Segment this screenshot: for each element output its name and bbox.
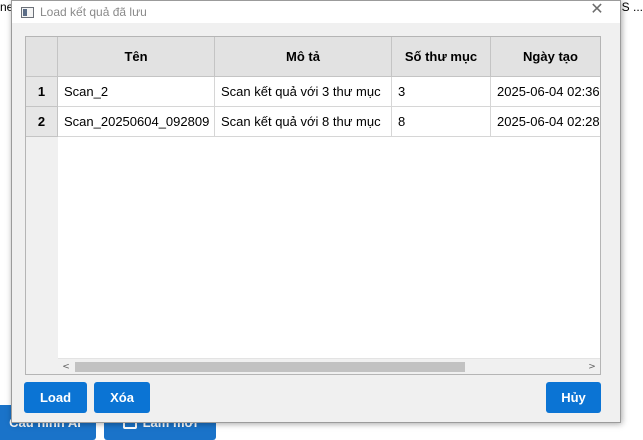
column-header-created-date[interactable]: Ngày tạo [491,37,600,77]
column-header-name[interactable]: Tên [58,37,215,77]
table-cell-description[interactable]: Scan kết quả với 8 thư mục [215,107,392,137]
table-cell-folder-count[interactable]: 3 [392,77,491,107]
dialog-titlebar[interactable]: Load kết quả đã lưu ✕ [12,1,620,23]
table-cell-name[interactable]: Scan_20250604_092809 [58,107,215,137]
delete-button[interactable]: Xóa [94,382,150,413]
table-cell-folder-count[interactable]: 8 [392,107,491,137]
load-results-dialog: Load kết quả đã lưu ✕ Tên Mô tả Số thư m… [11,0,621,423]
horizontal-scrollbar[interactable]: < > [58,358,600,374]
row-header[interactable]: 1 [26,77,58,107]
scroll-right-icon[interactable]: > [584,359,600,374]
window-icon [21,6,34,18]
grid-corner-header[interactable] [26,37,58,77]
scroll-left-icon[interactable]: < [58,359,74,374]
load-button[interactable]: Load [24,382,87,413]
results-grid[interactable]: Tên Mô tả Số thư mục Ngày tạo 1 Scan_2 S… [25,36,601,375]
scrollbar-thumb[interactable] [75,362,465,372]
cancel-button[interactable]: Hủy [546,382,601,413]
close-button[interactable]: ✕ [588,1,606,19]
background-text-right: S ... [621,0,643,14]
table-cell-created-date[interactable]: 2025-06-04 02:36: [491,77,600,107]
dialog-title: Load kết quả đã lưu [40,5,147,19]
column-header-description[interactable]: Mô tả [215,37,392,77]
table-cell-description[interactable]: Scan kết quả với 3 thư mục [215,77,392,107]
column-header-folder-count[interactable]: Số thư mục [392,37,491,77]
table-cell-created-date[interactable]: 2025-06-04 02:28: [491,107,600,137]
row-header[interactable]: 2 [26,107,58,137]
table-cell-name[interactable]: Scan_2 [58,77,215,107]
